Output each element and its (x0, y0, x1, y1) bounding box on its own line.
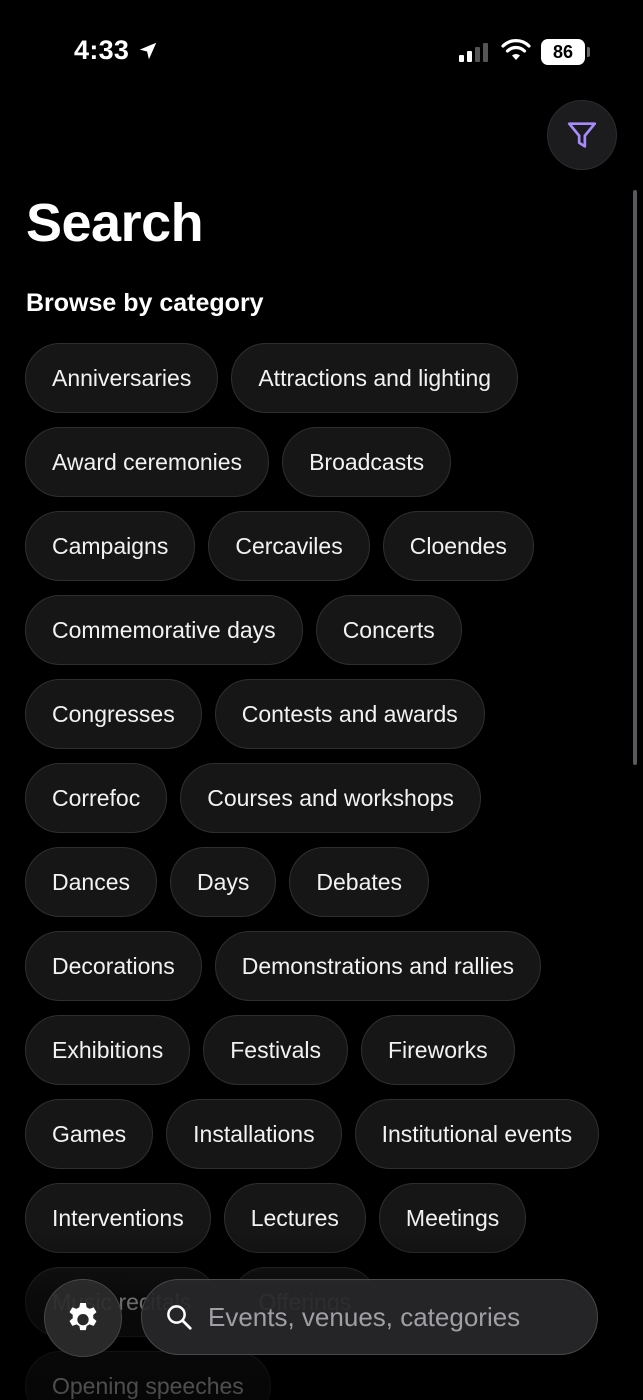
category-chip[interactable]: Correfoc (25, 763, 168, 833)
section-title: Browse by category (26, 289, 264, 317)
category-chip[interactable]: Days (169, 847, 277, 917)
category-chip[interactable]: Congresses (25, 679, 202, 749)
category-chip[interactable]: Award ceremonies (25, 427, 270, 497)
category-chip[interactable]: Festivals (203, 1015, 348, 1085)
gear-icon (69, 1303, 97, 1331)
filter-button[interactable] (547, 100, 617, 170)
category-chip[interactable]: Lectures (223, 1183, 366, 1253)
category-chip[interactable]: Courses and workshops (180, 763, 481, 833)
filter-icon (567, 122, 597, 148)
settings-button[interactable] (44, 1279, 122, 1357)
status-bar: 4:33 86 (0, 0, 643, 100)
search-icon (167, 1305, 192, 1330)
category-chip[interactable]: Debates (289, 847, 430, 917)
category-chip[interactable]: Cloendes (382, 511, 534, 581)
category-chip[interactable]: Attractions and lighting (231, 343, 519, 413)
search-bar[interactable] (141, 1279, 598, 1355)
scrollbar[interactable] (633, 190, 637, 765)
status-time: 4:33 (74, 35, 159, 66)
cellular-signal-icon (459, 42, 488, 62)
category-chip[interactable]: Decorations (25, 931, 202, 1001)
category-chip[interactable]: Exhibitions (25, 1015, 191, 1085)
battery-indicator: 86 (541, 39, 590, 65)
page-title: Search (26, 193, 204, 253)
search-input[interactable] (208, 1301, 597, 1333)
time-label: 4:33 (74, 35, 130, 65)
battery-level: 86 (552, 41, 574, 62)
category-chip[interactable]: Interventions (25, 1183, 211, 1253)
category-chip[interactable]: Commemorative days (25, 595, 303, 665)
category-chip[interactable]: Dances (25, 847, 157, 917)
category-chip[interactable]: Installations (166, 1099, 342, 1169)
category-chip[interactable]: Institutional events (354, 1099, 600, 1169)
wifi-icon (501, 39, 531, 60)
category-chip[interactable]: Demonstrations and rallies (214, 931, 542, 1001)
category-chip[interactable]: Games (25, 1099, 154, 1169)
category-chip[interactable]: Broadcasts (282, 427, 452, 497)
category-chip[interactable]: Concerts (315, 595, 462, 665)
search-screen: 4:33 86 Search Browse by category Annive… (0, 0, 643, 1400)
category-chip[interactable]: Campaigns (25, 511, 196, 581)
category-chip[interactable]: Contests and awards (214, 679, 485, 749)
location-arrow-icon (140, 42, 157, 59)
category-chip[interactable]: Anniversaries (25, 343, 219, 413)
category-chip[interactable]: Opening speeches (25, 1351, 271, 1400)
category-chip[interactable]: Cercaviles (208, 511, 370, 581)
category-chip[interactable]: Meetings (378, 1183, 527, 1253)
category-chip[interactable]: Fireworks (360, 1015, 515, 1085)
category-chip-list: Anniversaries Attractions and lighting A… (25, 343, 605, 1400)
